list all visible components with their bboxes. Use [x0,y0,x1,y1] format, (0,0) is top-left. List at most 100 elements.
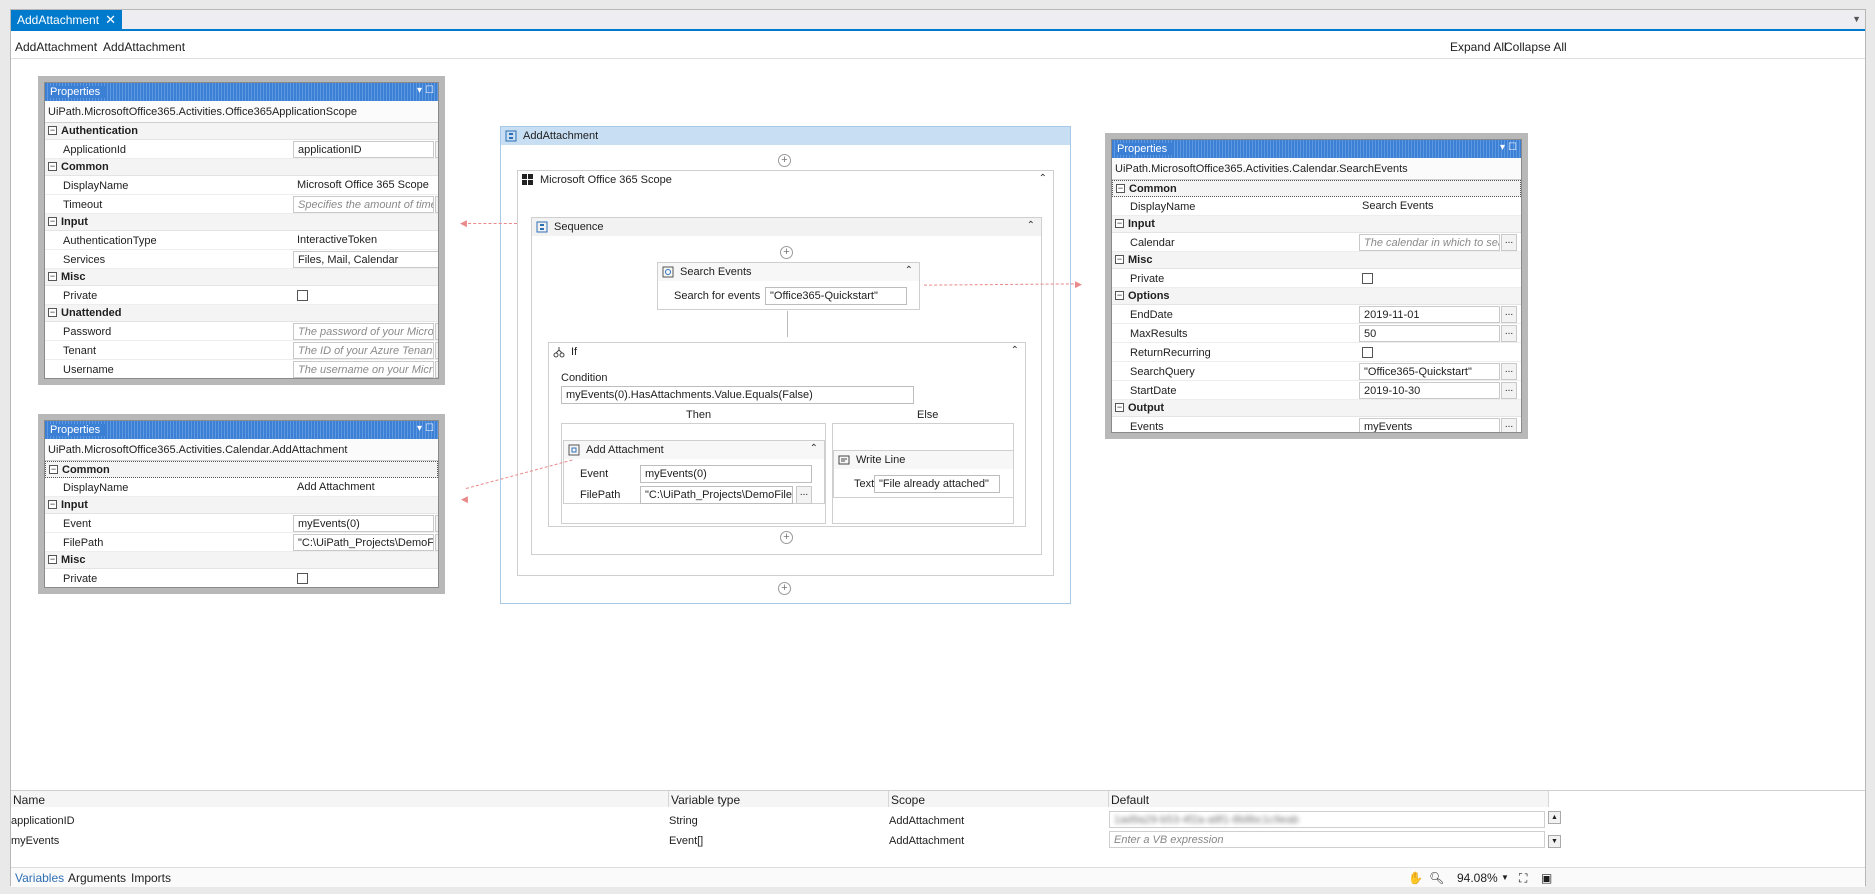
maximize-icon[interactable]: ☐ [425,85,434,96]
column-header-type[interactable]: Variable type [669,791,889,807]
collapse-chevron-icon[interactable]: ⌃ [905,265,913,276]
file-path-input[interactable]: "C:\UiPath_Projects\DemoFile.docx [640,486,793,504]
ellipsis-button[interactable]: ... [435,361,438,378]
collapse-toggle-icon[interactable]: − [49,465,58,474]
return-recurring-checkbox[interactable] [1362,347,1373,358]
event-input[interactable]: myEvents(0) [640,465,812,483]
ellipsis-button[interactable]: ... [435,534,438,551]
ellipsis-button[interactable]: ... [435,141,438,158]
search-events-activity[interactable]: Search Events ⌃ Search for events "Offic… [657,262,920,310]
event-input[interactable]: myEvents(0) [293,515,434,532]
search-icon[interactable]: 🔍︎ [1429,871,1444,885]
add-activity-icon[interactable]: + [780,531,793,544]
add-attachment-header[interactable]: Add Attachment ⌃ [564,441,824,459]
maximize-icon[interactable]: ☐ [425,423,434,434]
scroll-up-icon[interactable]: ▲ [1548,811,1561,824]
tenant-input[interactable]: The ID of your Azure Tenant. For [293,342,434,359]
search-for-events-input[interactable]: "Office365-Quickstart" [765,287,907,305]
timeout-input[interactable]: Specifies the amount of time (in r [293,196,434,213]
authentication-type-value[interactable]: InteractiveToken [297,234,377,246]
sequence-header[interactable]: Sequence ⌃ [532,218,1041,236]
ellipsis-button[interactable]: ... [1501,418,1517,432]
search-events-header[interactable]: Search Events ⌃ [658,263,919,281]
category-authentication[interactable]: − Authentication [45,123,438,140]
add-attachment-activity[interactable]: Add Attachment ⌃ Event myEvents(0) FileP… [563,440,825,504]
private-checkbox[interactable] [297,290,308,301]
collapse-toggle-icon[interactable]: − [48,217,57,226]
breadcrumb-item-root[interactable]: AddAttachment [15,40,97,54]
application-id-input[interactable]: applicationID [293,141,434,158]
write-line-activity[interactable]: Write Line Text "File already attached" [833,450,1014,498]
collapse-chevron-icon[interactable]: ⌃ [1011,345,1019,356]
if-activity[interactable]: If ⌃ Condition myEvents(0).HasAttachment… [548,342,1026,527]
category-input[interactable]: − Input [45,497,438,514]
collapse-chevron-icon[interactable]: ⌃ [810,443,818,454]
end-date-input[interactable]: 2019-11-01 [1359,306,1500,323]
collapse-toggle-icon[interactable]: − [48,308,57,317]
collapse-toggle-icon[interactable]: − [48,555,57,564]
display-name-value[interactable]: Add Attachment [297,481,375,493]
zoom-level[interactable]: 94.08% [1457,871,1498,885]
workflow-root-header[interactable]: AddAttachment [501,127,1070,145]
column-header-scope[interactable]: Scope [889,791,1109,807]
private-checkbox[interactable] [297,573,308,584]
variable-default-input[interactable]: 1ad9a29-b53-4f2a-a8f1-8b8bc1c9eab [1109,811,1545,828]
column-header-default[interactable]: Default [1109,791,1549,807]
ellipsis-button[interactable]: ... [796,486,812,504]
write-line-header[interactable]: Write Line [834,451,1013,469]
collapse-toggle-icon[interactable]: − [1116,184,1125,193]
variable-type[interactable]: String [669,815,698,827]
then-branch[interactable]: Add Attachment ⌃ Event myEvents(0) FileP… [561,423,826,524]
ellipsis-button[interactable]: ... [435,515,438,532]
category-options[interactable]: − Options [1112,288,1521,305]
variable-type[interactable]: Event[] [669,835,703,847]
category-input[interactable]: − Input [45,214,438,231]
events-output-input[interactable]: myEvents [1359,418,1500,432]
collapse-toggle-icon[interactable]: − [48,272,57,281]
collapse-toggle-icon[interactable]: − [48,126,57,135]
else-branch[interactable]: Write Line Text "File already attached" [832,423,1014,524]
max-results-input[interactable]: 50 [1359,325,1500,342]
overview-icon[interactable]: ▣ [1541,871,1552,885]
password-input[interactable]: The password of your Microsoft C [293,323,434,340]
calendar-input[interactable]: The calendar in which to search. [1359,234,1500,251]
scroll-down-icon[interactable]: ▼ [1548,835,1561,848]
collapse-toggle-icon[interactable]: − [48,500,57,509]
write-line-text-input[interactable]: "File already attached" [874,475,1000,493]
maximize-icon[interactable]: ☐ [1508,142,1517,153]
add-activity-icon[interactable]: + [778,582,791,595]
column-header-name[interactable]: Name [11,791,669,807]
hand-pan-icon[interactable]: ✋ [1408,871,1423,885]
collapse-chevron-icon[interactable]: ⌃ [1039,173,1047,184]
add-activity-icon[interactable]: + [778,154,791,167]
ellipsis-button[interactable]: ... [1501,234,1517,251]
tab-imports[interactable]: Imports [131,871,171,885]
expand-all-button[interactable]: Expand All [1450,40,1507,54]
search-query-input[interactable]: "Office365-Quickstart" [1359,363,1500,380]
chevron-down-icon[interactable]: ▾ [417,423,422,434]
office365-scope-header[interactable]: Microsoft Office 365 Scope ⌃ [518,171,1053,189]
tab-arguments[interactable]: Arguments [68,871,126,885]
ellipsis-button[interactable]: ... [1501,382,1517,399]
ellipsis-button[interactable]: ... [1501,306,1517,323]
variable-scope[interactable]: AddAttachment [889,835,964,847]
condition-input[interactable]: myEvents(0).HasAttachments.Value.Equals(… [561,386,914,404]
display-name-value[interactable]: Search Events [1362,200,1434,212]
category-output[interactable]: − Output [1112,400,1521,417]
office365-scope-activity[interactable]: Microsoft Office 365 Scope ⌃ Sequence ⌃ … [517,170,1054,576]
document-tab[interactable]: AddAttachment ✕ [11,10,122,31]
category-common[interactable]: − Common [1112,180,1521,197]
breadcrumb-item-current[interactable]: AddAttachment [103,40,185,54]
username-input[interactable]: The username on your Microsoft [293,361,434,378]
collapse-toggle-icon[interactable]: − [1115,219,1124,228]
ellipsis-button[interactable]: ... [1501,325,1517,342]
collapse-chevron-icon[interactable]: ⌃ [1027,220,1035,231]
close-icon[interactable]: ✕ [105,12,116,28]
variable-scope[interactable]: AddAttachment [889,815,964,827]
category-misc[interactable]: − Misc [45,269,438,286]
display-name-value[interactable]: Microsoft Office 365 Scope [297,179,429,191]
add-activity-icon[interactable]: + [780,246,793,259]
collapse-toggle-icon[interactable]: − [1115,291,1124,300]
ellipsis-button[interactable]: ... [1501,363,1517,380]
category-common[interactable]: − Common [45,159,438,176]
